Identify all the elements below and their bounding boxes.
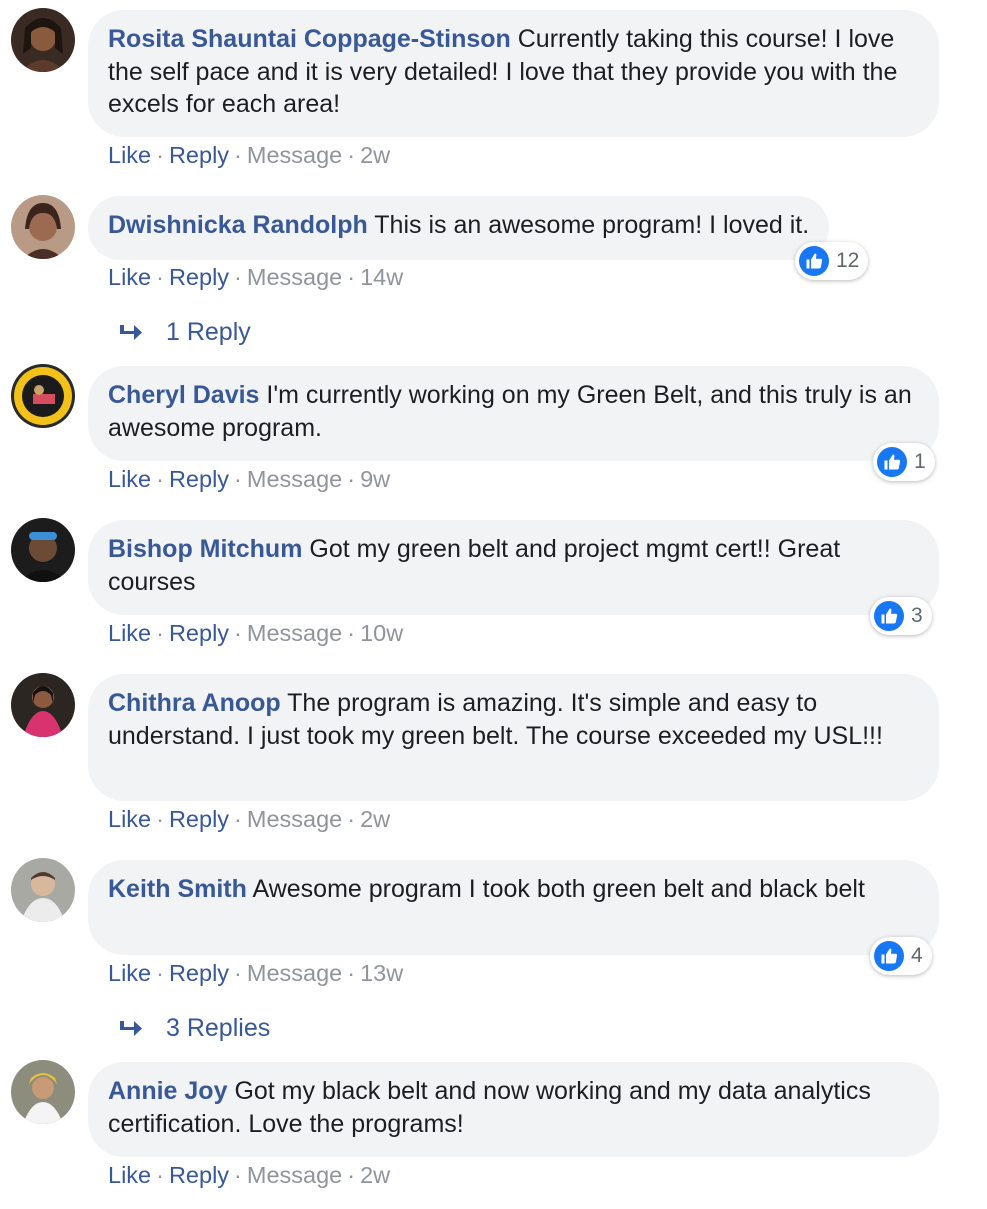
separator: · (234, 620, 242, 646)
timestamp[interactable]: 2w (360, 806, 390, 832)
comment-author[interactable]: Rosita Shauntai Coppage-Stinson (108, 25, 511, 53)
separator: · (156, 142, 164, 168)
comment-text: Awesome program I took both green belt a… (252, 875, 865, 903)
comment-actions: Like · Reply · Message · 2w (108, 1160, 390, 1190)
avatar[interactable] (11, 364, 75, 428)
thumbs-up-icon (877, 447, 907, 477)
like-link[interactable]: Like (108, 806, 151, 832)
separator: · (156, 806, 164, 832)
comment-actions: Like · Reply · Message · 9w (108, 464, 390, 494)
message-link[interactable]: Message (247, 466, 342, 492)
reaction-number: 4 (911, 944, 923, 967)
reaction-number: 12 (836, 249, 860, 272)
message-link[interactable]: Message (247, 620, 342, 646)
reaction-count[interactable]: 4 (870, 937, 932, 975)
reaction-count[interactable]: 12 (795, 242, 869, 280)
reply-link[interactable]: Reply (169, 960, 229, 986)
avatar[interactable] (11, 195, 75, 259)
timestamp[interactable]: 14w (360, 264, 403, 290)
message-link[interactable]: Message (247, 806, 342, 832)
like-link[interactable]: Like (108, 1162, 151, 1188)
reply-arrow-icon (120, 1020, 142, 1036)
thumbs-up-icon (874, 601, 904, 631)
like-link[interactable]: Like (108, 142, 151, 168)
separator: · (347, 806, 356, 832)
reply-link[interactable]: Reply (169, 142, 229, 168)
like-link[interactable]: Like (108, 620, 151, 646)
comment-author[interactable]: Annie Joy (108, 1077, 227, 1105)
comment-bubble: Chithra Anoop The program is amazing. It… (88, 674, 939, 801)
timestamp[interactable]: 2w (360, 142, 390, 168)
view-replies-link[interactable]: 1 Reply (118, 318, 251, 347)
thumbs-up-icon (874, 941, 904, 971)
separator: · (234, 142, 242, 168)
separator: · (156, 1162, 164, 1188)
avatar[interactable] (11, 518, 75, 582)
avatar[interactable] (11, 8, 75, 72)
like-link[interactable]: Like (108, 960, 151, 986)
comment-author[interactable]: Dwishnicka Randolph (108, 211, 368, 239)
message-link[interactable]: Message (247, 264, 342, 290)
separator: · (156, 620, 164, 646)
comment-bubble: Annie Joy Got my black belt and now work… (88, 1062, 939, 1157)
reply-link[interactable]: Reply (169, 264, 229, 290)
message-link[interactable]: Message (247, 960, 342, 986)
separator: · (347, 264, 356, 290)
like-link[interactable]: Like (108, 264, 151, 290)
reply-link[interactable]: Reply (169, 466, 229, 492)
thumbs-up-icon (799, 246, 829, 276)
view-replies-link[interactable]: 3 Replies (118, 1014, 270, 1043)
separator: · (234, 466, 242, 492)
comment-author[interactable]: Chithra Anoop (108, 689, 281, 717)
separator: · (347, 960, 356, 986)
comment-bubble: Cheryl Davis I'm currently working on my… (88, 366, 939, 461)
comment-bubble: Rosita Shauntai Coppage-Stinson Currentl… (88, 10, 939, 137)
reaction-count[interactable]: 1 (873, 443, 935, 481)
comment-text: This is an awesome program! I loved it. (374, 211, 810, 239)
comment-author[interactable]: Cheryl Davis (108, 381, 259, 409)
comment-actions: Like · Reply · Message · 2w (108, 804, 390, 834)
comment-bubble: Dwishnicka Randolph This is an awesome p… (88, 196, 830, 260)
message-link[interactable]: Message (247, 1162, 342, 1188)
reply-link[interactable]: Reply (169, 620, 229, 646)
separator: · (347, 142, 356, 168)
like-link[interactable]: Like (108, 466, 151, 492)
timestamp[interactable]: 13w (360, 960, 403, 986)
reply-arrow-icon (120, 324, 142, 340)
separator: · (347, 620, 356, 646)
replies-count-label[interactable]: 1 Reply (166, 318, 251, 347)
comment-author[interactable]: Bishop Mitchum (108, 535, 302, 563)
separator: · (347, 1162, 356, 1188)
timestamp[interactable]: 9w (360, 466, 390, 492)
reaction-number: 3 (911, 604, 923, 627)
separator: · (234, 806, 242, 832)
separator: · (234, 1162, 242, 1188)
reaction-number: 1 (914, 450, 926, 473)
message-link[interactable]: Message (247, 142, 342, 168)
timestamp[interactable]: 10w (360, 620, 403, 646)
avatar[interactable] (11, 858, 75, 922)
comment-actions: Like · Reply · Message · 2w (108, 140, 390, 170)
avatar[interactable] (11, 673, 75, 737)
comment-actions: Like · Reply · Message · 13w (108, 958, 403, 988)
separator: · (156, 960, 164, 986)
separator: · (234, 264, 242, 290)
avatar[interactable] (11, 1060, 75, 1124)
replies-count-label[interactable]: 3 Replies (166, 1014, 270, 1043)
comment-actions: Like · Reply · Message · 10w (108, 618, 403, 648)
timestamp[interactable]: 2w (360, 1162, 390, 1188)
reaction-count[interactable]: 3 (870, 597, 932, 635)
comment-bubble: Bishop Mitchum Got my green belt and pro… (88, 520, 939, 615)
reply-link[interactable]: Reply (169, 806, 229, 832)
separator: · (234, 960, 242, 986)
separator: · (156, 466, 164, 492)
comment-actions: Like · Reply · Message · 14w (108, 262, 403, 292)
comment-author[interactable]: Keith Smith (108, 875, 247, 903)
separator: · (347, 466, 356, 492)
comment-bubble: Keith Smith Awesome program I took both … (88, 860, 939, 955)
reply-link[interactable]: Reply (169, 1162, 229, 1188)
separator: · (156, 264, 164, 290)
